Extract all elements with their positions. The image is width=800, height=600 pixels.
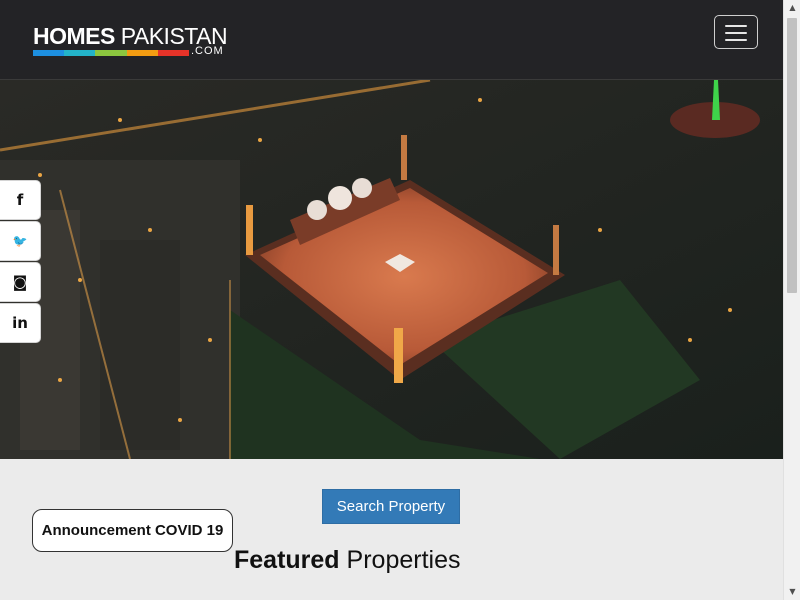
linkedin-icon: in: [12, 314, 28, 332]
scrollbar-thumb[interactable]: [787, 18, 797, 293]
logo-bar-segment: [157, 50, 190, 56]
logo-bar-segment: [126, 50, 158, 56]
featured-heading-bold: Featured: [234, 546, 340, 574]
instagram-button[interactable]: ◙: [0, 262, 41, 302]
covid-announcement-button[interactable]: Announcement COVID 19: [32, 509, 233, 552]
aerial-mosque-photo: [0, 80, 783, 459]
instagram-icon: ◙: [12, 273, 28, 291]
twitter-button[interactable]: 🐦: [0, 221, 41, 261]
logo-homes: HOMES: [33, 23, 115, 49]
page-scrollbar[interactable]: ▲ ▼: [783, 0, 800, 600]
hamburger-menu-icon: [725, 39, 747, 41]
facebook-icon: f: [16, 191, 24, 209]
logo-bar-segment: [64, 50, 96, 56]
scroll-down-icon[interactable]: ▼: [784, 584, 800, 600]
logo-domain: .COM: [191, 45, 224, 57]
hamburger-menu-icon: [725, 25, 747, 27]
twitter-icon: 🐦: [12, 234, 28, 248]
logo-color-bar: [33, 50, 190, 56]
logo-bar-segment: [95, 50, 127, 56]
logo-bar-segment: [33, 50, 65, 56]
hamburger-menu-icon: [725, 32, 747, 34]
menu-toggle-button[interactable]: [714, 15, 758, 49]
hero-banner-image: [0, 80, 783, 459]
linkedin-button[interactable]: in: [0, 303, 41, 343]
scroll-up-icon[interactable]: ▲: [784, 0, 800, 16]
top-navbar: HOMES PAKISTAN .COM: [0, 0, 783, 80]
social-share-bar: f 🐦 ◙ in: [0, 180, 41, 344]
homes-pakistan-logo[interactable]: HOMES PAKISTAN .COM: [33, 24, 233, 64]
facebook-button[interactable]: f: [0, 180, 41, 220]
featured-heading-light: Properties: [346, 546, 461, 574]
featured-properties-heading: Featured Properties: [234, 546, 461, 575]
search-property-button[interactable]: Search Property: [322, 489, 460, 524]
